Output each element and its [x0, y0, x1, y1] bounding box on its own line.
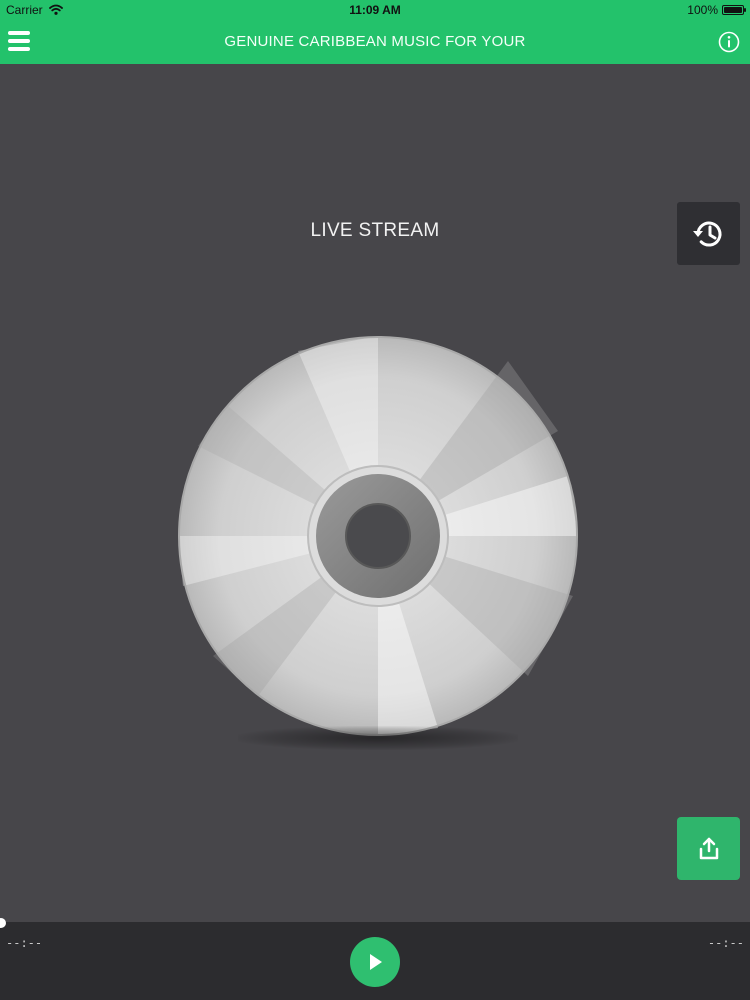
- nav-title: GENUINE CARIBBEAN MUSIC FOR YOUR: [224, 33, 526, 50]
- elapsed-time: --:--: [6, 936, 43, 950]
- share-icon: [699, 837, 718, 859]
- progress-scrubber[interactable]: [0, 918, 6, 928]
- stream-label: LIVE STREAM: [310, 220, 440, 241]
- info-icon: [718, 31, 740, 53]
- top-bar: Carrier 11:09 AM 100% GENUINE CARIBBEAN …: [0, 0, 750, 64]
- status-bar: Carrier 11:09 AM 100%: [0, 0, 750, 20]
- play-icon: [370, 954, 382, 970]
- compact-disc-icon: [178, 336, 578, 756]
- share-button[interactable]: [677, 817, 740, 880]
- main-content: LIVE STREAM: [0, 64, 750, 922]
- status-time: 11:09 AM: [349, 3, 401, 17]
- hamburger-icon: [8, 31, 30, 51]
- battery-icon: [722, 5, 746, 15]
- remaining-time: --:--: [707, 936, 744, 950]
- history-button[interactable]: [677, 202, 740, 265]
- info-button[interactable]: [718, 31, 740, 53]
- battery-percent: 100%: [687, 3, 718, 17]
- navigation-bar: GENUINE CARIBBEAN MUSIC FOR YOUR: [0, 20, 750, 64]
- player-bar: --:-- --:--: [0, 918, 750, 1000]
- menu-button[interactable]: [8, 31, 30, 53]
- play-button[interactable]: [350, 937, 400, 987]
- history-icon: [692, 221, 721, 247]
- battery-status: 100%: [687, 3, 746, 17]
